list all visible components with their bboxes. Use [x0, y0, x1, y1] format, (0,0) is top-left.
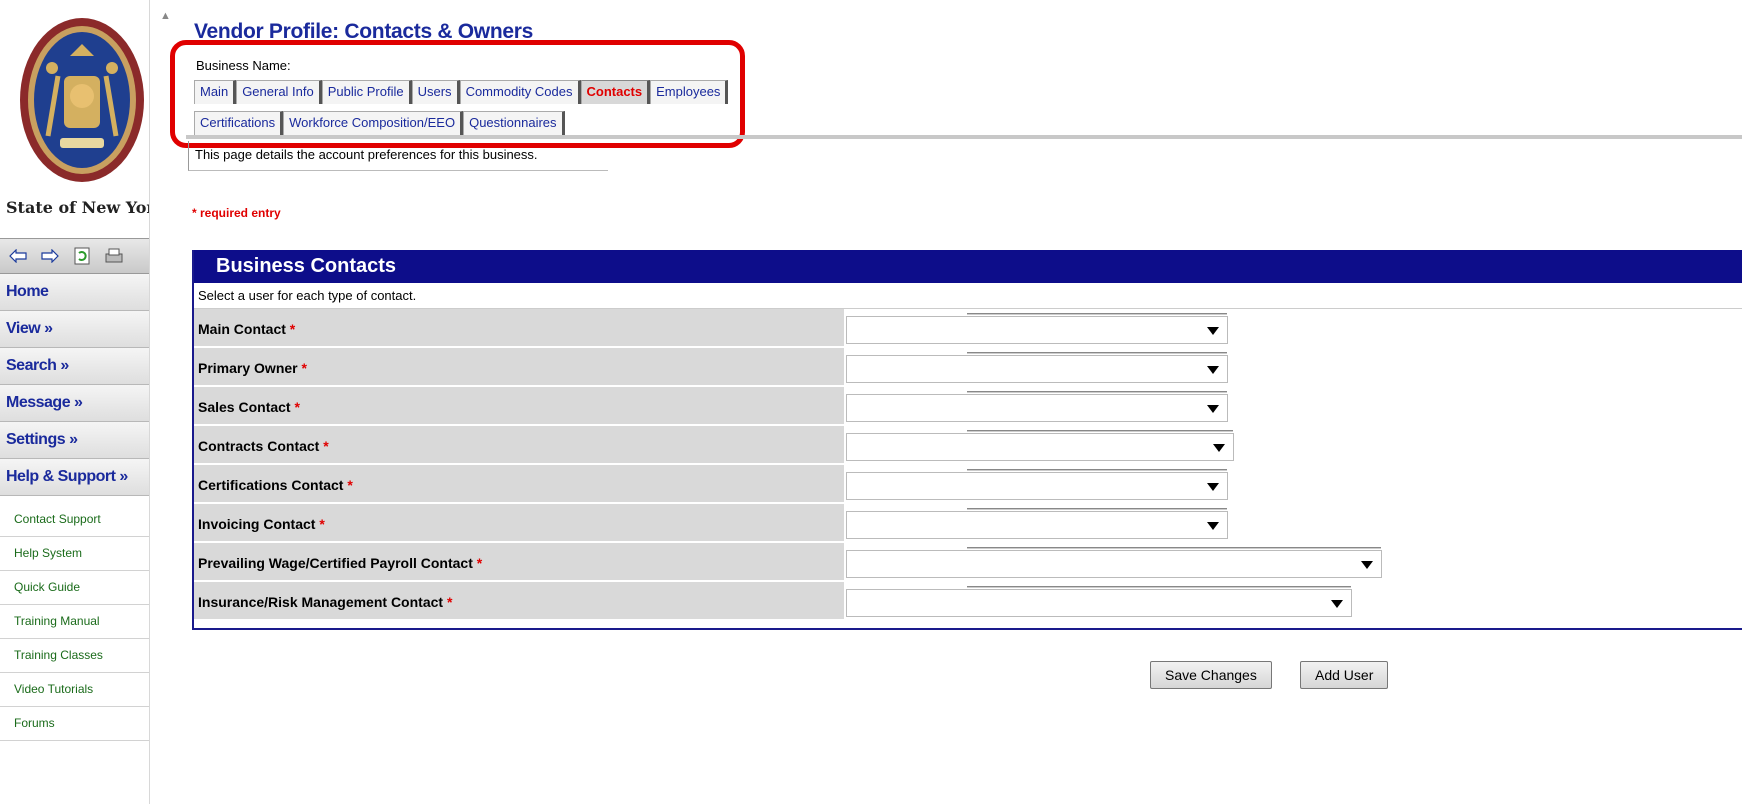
tab-public-profile[interactable]: Public Profile	[321, 80, 412, 104]
contracts-contact-select[interactable]	[846, 430, 1234, 461]
prevailing-wage-contact-select[interactable]	[846, 547, 1382, 578]
chevron-down-icon	[1331, 600, 1343, 608]
help-link-training-manual[interactable]: Training Manual	[0, 605, 149, 639]
field-label: Sales Contact	[198, 399, 291, 415]
tab-contacts[interactable]: Contacts	[580, 80, 651, 104]
tab-employees[interactable]: Employees	[650, 80, 729, 104]
tab-main[interactable]: Main	[194, 80, 237, 104]
chevron-down-icon	[1207, 522, 1219, 530]
tab-general-info[interactable]: General Info	[236, 80, 322, 104]
help-link-forums[interactable]: Forums	[0, 707, 149, 741]
add-user-button[interactable]: Add User	[1300, 661, 1389, 689]
scroll-up-icon[interactable]: ▲	[160, 10, 172, 24]
help-link-video-tutorials[interactable]: Video Tutorials	[0, 673, 149, 707]
contact-row-sales: Sales Contact *	[194, 387, 1742, 426]
tab-commodity-codes[interactable]: Commodity Codes	[459, 80, 581, 104]
contact-row-contracts: Contracts Contact *	[194, 426, 1742, 465]
tab-workforce-composition-eeo[interactable]: Workforce Composition/EEO	[283, 111, 464, 135]
required-marker: *	[289, 321, 296, 337]
chevron-down-icon	[1207, 327, 1219, 335]
nav-message[interactable]: Message »	[0, 385, 149, 422]
help-link-quick-guide[interactable]: Quick Guide	[0, 571, 149, 605]
required-marker: *	[476, 555, 483, 571]
field-label: Prevailing Wage/Certified Payroll Contac…	[198, 555, 473, 571]
required-marker: *	[446, 594, 453, 610]
state-seal-logo	[20, 18, 144, 182]
profile-tabs-row-2: Certifications Workforce Composition/EEO…	[194, 111, 565, 135]
nav-search[interactable]: Search »	[0, 348, 149, 385]
required-marker: *	[347, 477, 353, 493]
chevron-down-icon	[1213, 444, 1225, 452]
sidebar: State of New York Home View » Search » M…	[0, 0, 150, 804]
panel-instruction: Select a user for each type of contact.	[194, 283, 1742, 309]
required-marker: *	[323, 438, 329, 454]
sidebar-nav: Home View » Search » Message » Settings …	[0, 274, 149, 496]
forward-arrow-icon[interactable]	[40, 246, 60, 266]
page-title: Vendor Profile: Contacts & Owners	[194, 20, 533, 43]
nav-home[interactable]: Home	[0, 274, 149, 311]
save-changes-button[interactable]: Save Changes	[1150, 661, 1272, 689]
page-description: This page details the account preference…	[188, 141, 608, 171]
business-name-label: Business Name:	[196, 58, 291, 73]
insurance-contact-select[interactable]	[846, 586, 1352, 617]
chevron-down-icon	[1361, 561, 1373, 569]
required-entry-note: * required entry	[192, 206, 281, 220]
field-label: Contracts Contact	[198, 438, 320, 454]
required-marker: *	[294, 399, 300, 415]
main-contact-select[interactable]	[846, 313, 1228, 344]
field-label: Insurance/Risk Management Contact	[198, 594, 444, 610]
invoicing-contact-select[interactable]	[846, 508, 1228, 539]
chevron-down-icon	[1207, 366, 1219, 374]
print-icon[interactable]	[104, 246, 124, 266]
contact-row-certifications: Certifications Contact *	[194, 465, 1742, 504]
nav-settings[interactable]: Settings »	[0, 422, 149, 459]
primary-owner-select[interactable]	[846, 352, 1228, 383]
help-link-contact-support[interactable]: Contact Support	[0, 503, 149, 537]
refresh-icon[interactable]	[72, 246, 92, 266]
contact-row-invoicing: Invoicing Contact *	[194, 504, 1742, 543]
profile-tabs-row-1: Main General Info Public Profile Users C…	[194, 80, 729, 104]
tab-questionnaires[interactable]: Questionnaires	[463, 111, 565, 135]
browser-toolbar	[0, 238, 149, 274]
sales-contact-select[interactable]	[846, 391, 1228, 422]
back-arrow-icon[interactable]	[8, 246, 28, 266]
help-link-training-classes[interactable]: Training Classes	[0, 639, 149, 673]
contact-row-primary-owner: Primary Owner *	[194, 348, 1742, 387]
field-label: Invoicing Contact	[198, 516, 316, 532]
help-link-help-system[interactable]: Help System	[0, 537, 149, 571]
tab-certifications[interactable]: Certifications	[194, 111, 284, 135]
contact-row-main: Main Contact *	[194, 309, 1742, 348]
help-links-list: Contact Support Help System Quick Guide …	[0, 503, 149, 741]
nav-view[interactable]: View »	[0, 311, 149, 348]
tab-users[interactable]: Users	[411, 80, 460, 104]
field-label: Primary Owner	[198, 360, 298, 376]
chevron-down-icon	[1207, 405, 1219, 413]
certifications-contact-select[interactable]	[846, 469, 1228, 500]
field-label: Certifications Contact	[198, 477, 344, 493]
contact-row-prevailing-wage: Prevailing Wage/Certified Payroll Contac…	[194, 543, 1742, 582]
business-contacts-panel: Business Contacts Select a user for each…	[192, 250, 1742, 630]
main-content: Vendor Profile: Contacts & Owners Busine…	[170, 0, 1742, 804]
tab-underline	[186, 135, 1742, 139]
panel-title: Business Contacts	[194, 250, 1742, 283]
nav-help-support[interactable]: Help & Support »	[0, 459, 149, 496]
required-marker: *	[301, 360, 307, 376]
contact-row-insurance: Insurance/Risk Management Contact *	[194, 582, 1742, 621]
state-name: State of New York	[6, 198, 150, 217]
required-marker: *	[319, 516, 325, 532]
field-label: Main Contact	[198, 321, 286, 337]
chevron-down-icon	[1207, 483, 1219, 491]
